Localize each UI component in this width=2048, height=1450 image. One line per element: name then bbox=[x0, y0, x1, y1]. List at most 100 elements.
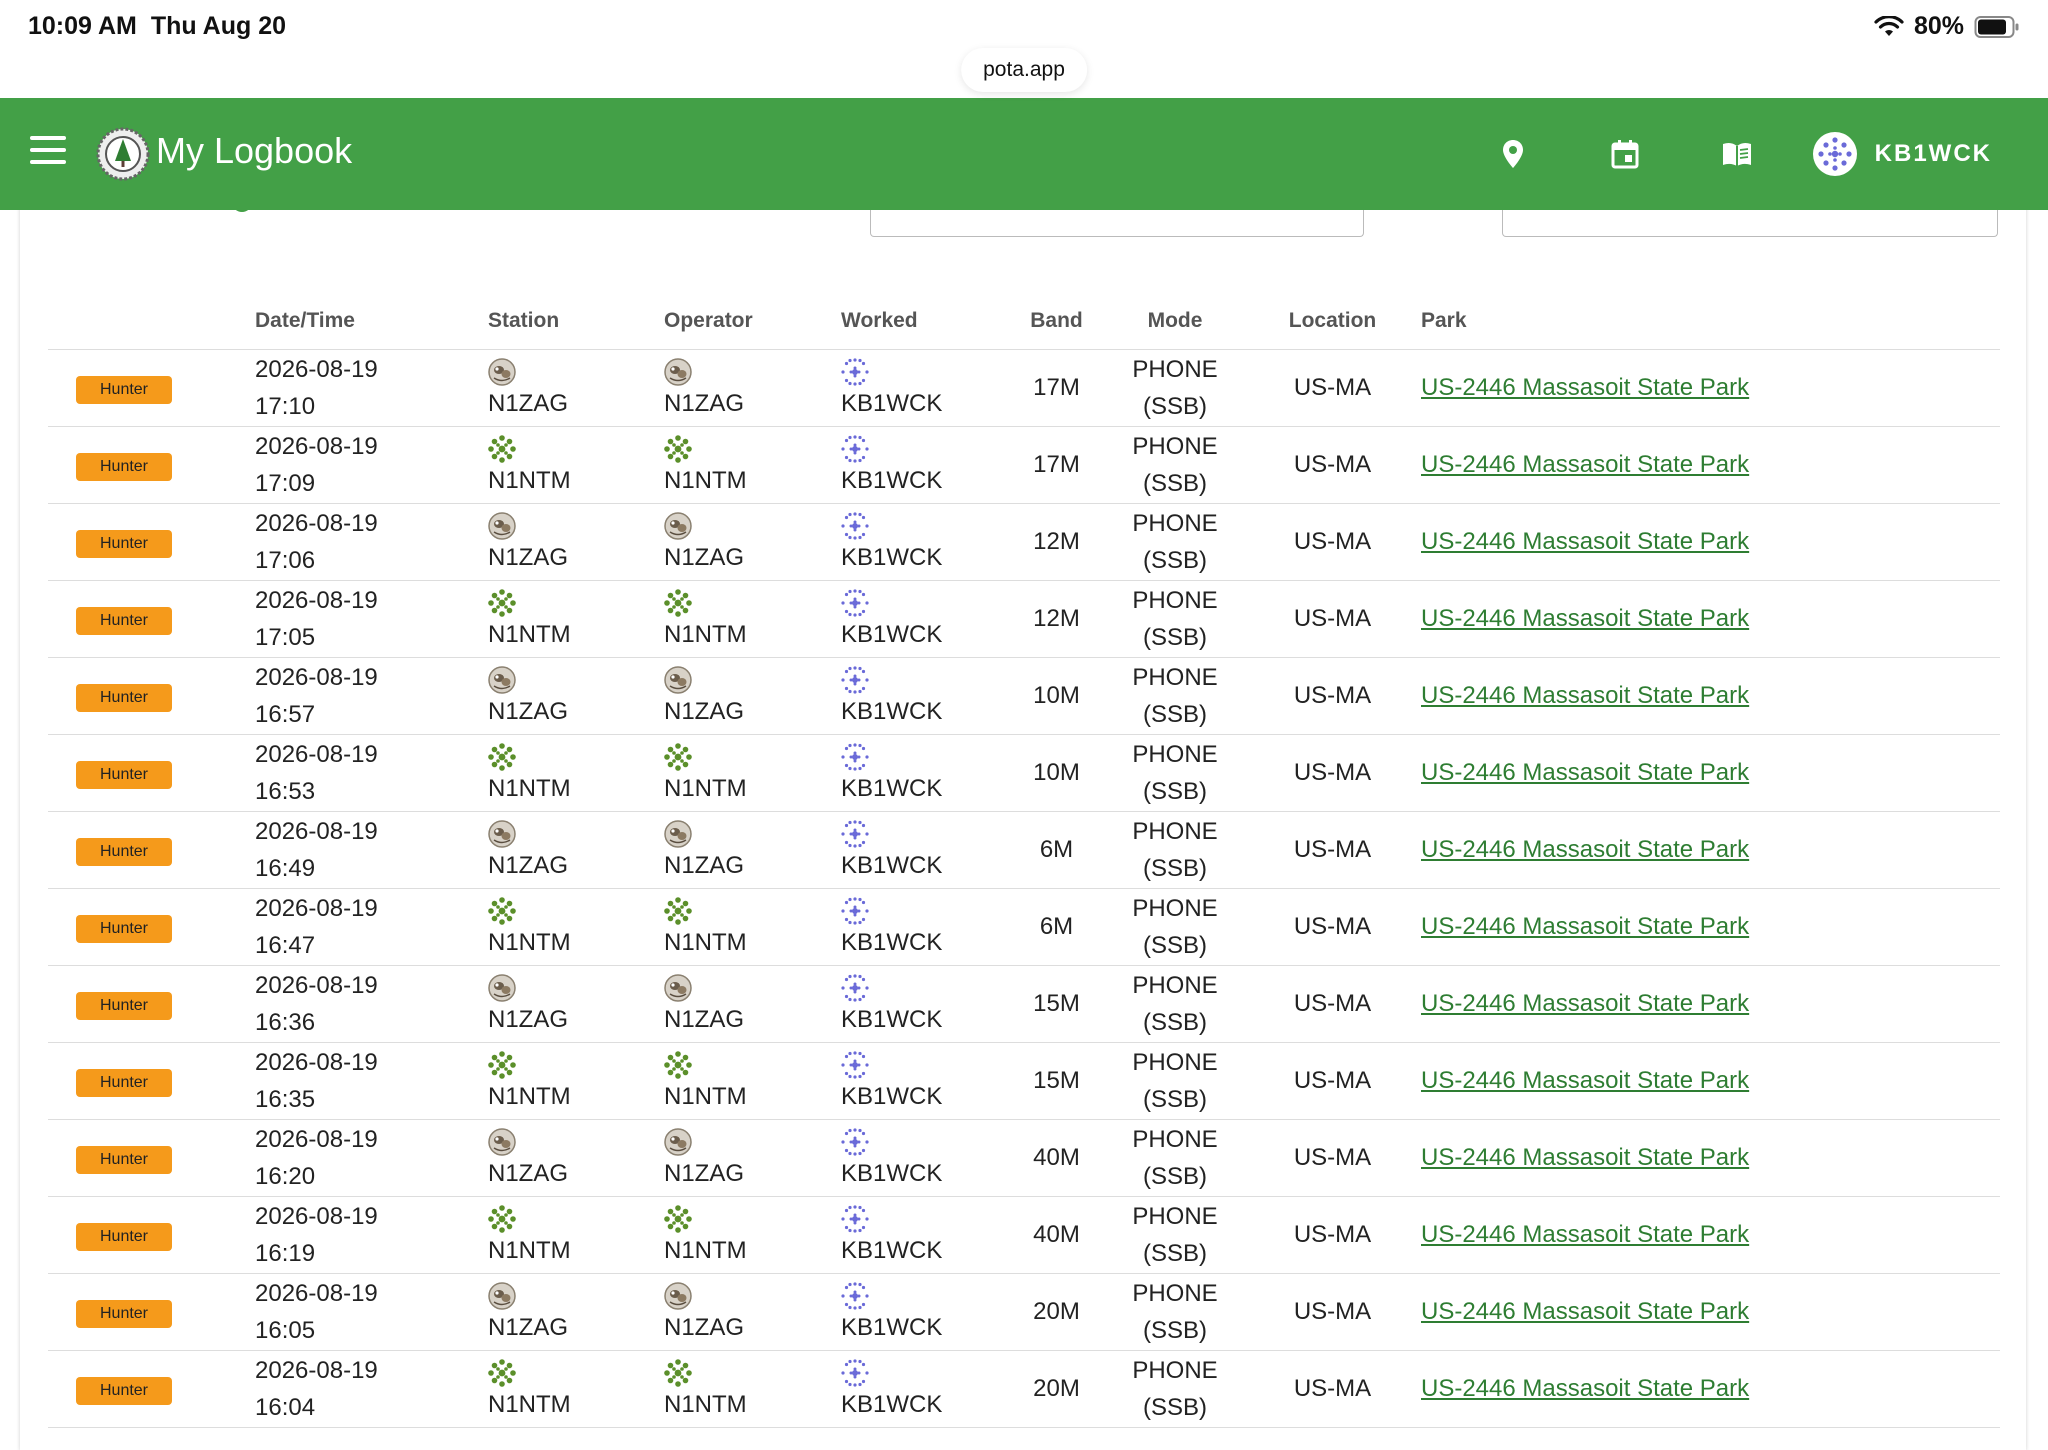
hunter-badge: Hunter bbox=[76, 991, 172, 1020]
status-time: 10:09 AM bbox=[28, 12, 137, 40]
menu-icon[interactable] bbox=[30, 136, 66, 172]
station-callsign: N1ZAG bbox=[488, 390, 569, 417]
mode-sub-text: (SSB) bbox=[1142, 547, 1207, 574]
band-cell: 10M bbox=[1007, 657, 1106, 735]
station-cell: N1ZAG bbox=[488, 1128, 664, 1188]
mode-sub-text: (SSB) bbox=[1142, 932, 1207, 959]
worked-avatar-icon bbox=[841, 974, 869, 1006]
table-row[interactable]: Hunter 2026-08-19 16:20 N1ZAG N1ZAG KB1WC… bbox=[48, 1119, 2000, 1197]
table-row[interactable]: Hunter 2026-08-19 16:04 N1NTM N1NTM KB1WC… bbox=[48, 1350, 2000, 1428]
operator-callsign: N1NTM bbox=[664, 775, 747, 802]
mode-cell: PHONE (SSB) bbox=[1106, 580, 1244, 658]
table-row[interactable]: Hunter 2026-08-19 16:47 N1NTM N1NTM KB1WC… bbox=[48, 888, 2000, 966]
hunter-badge: Hunter bbox=[76, 1222, 172, 1251]
table-row[interactable]: Hunter 2026-08-19 17:06 N1ZAG N1ZAG KB1WC… bbox=[48, 503, 2000, 581]
date-text: 2026-08-19 bbox=[255, 587, 378, 614]
worked-cell: KB1WCK bbox=[841, 897, 1007, 957]
park-link[interactable]: US-2446 Massasoit State Park bbox=[1421, 1144, 1749, 1171]
table-row[interactable]: Hunter 2026-08-19 16:19 N1NTM N1NTM KB1WC… bbox=[48, 1196, 2000, 1274]
header-operator[interactable]: Operator bbox=[664, 292, 841, 350]
location-pin-icon[interactable] bbox=[1457, 98, 1569, 210]
status-indicators: 80% bbox=[1874, 12, 2020, 41]
date-text: 2026-08-19 bbox=[255, 1203, 378, 1230]
park-link[interactable]: US-2446 Massasoit State Park bbox=[1421, 605, 1749, 632]
table-row[interactable]: Hunter 2026-08-19 16:57 N1ZAG N1ZAG KB1WC… bbox=[48, 657, 2000, 735]
location-cell: US-MA bbox=[1244, 580, 1421, 658]
table-row[interactable]: Hunter 2026-08-19 16:36 N1ZAG N1ZAG KB1WC… bbox=[48, 965, 2000, 1043]
logbook-table: Date/Time Station Operator Worked Band M… bbox=[48, 292, 2000, 1428]
header-mode[interactable]: Mode bbox=[1106, 292, 1244, 350]
band-cell: 12M bbox=[1007, 503, 1106, 581]
table-row[interactable]: Hunter 2026-08-19 17:10 N1ZAG N1ZAG KB1WC… bbox=[48, 349, 2000, 427]
worked-cell: KB1WCK bbox=[841, 512, 1007, 572]
park-link[interactable]: US-2446 Massasoit State Park bbox=[1421, 836, 1749, 863]
park-link[interactable]: US-2446 Massasoit State Park bbox=[1421, 990, 1749, 1017]
worked-cell: KB1WCK bbox=[841, 1051, 1007, 1111]
station-cell: N1ZAG bbox=[488, 512, 664, 572]
station-callsign: N1NTM bbox=[488, 775, 571, 802]
park-cell: US-2446 Massasoit State Park bbox=[1421, 1350, 2000, 1428]
location-cell: US-MA bbox=[1244, 1042, 1421, 1120]
station-cell: N1ZAG bbox=[488, 1282, 664, 1342]
filter-input-right[interactable] bbox=[1502, 210, 1998, 237]
hunter-badge: Hunter bbox=[76, 1376, 172, 1405]
park-link[interactable]: US-2446 Massasoit State Park bbox=[1421, 913, 1749, 940]
calendar-icon[interactable] bbox=[1569, 98, 1681, 210]
park-link[interactable]: US-2446 Massasoit State Park bbox=[1421, 682, 1749, 709]
location-cell: US-MA bbox=[1244, 1350, 1421, 1428]
table-row[interactable]: Hunter 2026-08-19 16:05 N1ZAG N1ZAG KB1WC… bbox=[48, 1273, 2000, 1351]
operator-callsign: N1ZAG bbox=[664, 544, 745, 571]
park-cell: US-2446 Massasoit State Park bbox=[1421, 811, 2000, 889]
worked-callsign: KB1WCK bbox=[841, 775, 943, 802]
mode-cell: PHONE (SSB) bbox=[1106, 657, 1244, 735]
worked-callsign: KB1WCK bbox=[841, 1391, 943, 1418]
time-text: 16:04 bbox=[255, 1394, 316, 1421]
table-row[interactable]: Hunter 2026-08-19 17:09 N1NTM N1NTM KB1WC… bbox=[48, 426, 2000, 504]
logbook-card: Date/Time Station Operator Worked Band M… bbox=[20, 150, 2026, 1450]
mode-text: PHONE bbox=[1132, 1203, 1218, 1230]
park-link[interactable]: US-2446 Massasoit State Park bbox=[1421, 1298, 1749, 1325]
book-icon[interactable] bbox=[1681, 98, 1793, 210]
station-avatar-icon bbox=[488, 358, 516, 390]
park-link[interactable]: US-2446 Massasoit State Park bbox=[1421, 1067, 1749, 1094]
operator-cell: N1ZAG bbox=[664, 1128, 841, 1188]
location-cell: US-MA bbox=[1244, 349, 1421, 427]
operator-callsign: N1NTM bbox=[664, 467, 747, 494]
datetime-cell: 2026-08-19 17:06 bbox=[255, 505, 488, 579]
header-datetime[interactable]: Date/Time bbox=[255, 292, 488, 350]
park-link[interactable]: US-2446 Massasoit State Park bbox=[1421, 1221, 1749, 1248]
header-station[interactable]: Station bbox=[488, 292, 664, 350]
station-cell: N1NTM bbox=[488, 1051, 664, 1111]
park-link[interactable]: US-2446 Massasoit State Park bbox=[1421, 451, 1749, 478]
park-link[interactable]: US-2446 Massasoit State Park bbox=[1421, 1375, 1749, 1402]
mode-text: PHONE bbox=[1132, 895, 1218, 922]
filter-input-left[interactable] bbox=[870, 210, 1364, 237]
operator-callsign: N1NTM bbox=[664, 621, 747, 648]
operator-avatar-icon bbox=[664, 666, 692, 698]
avatar bbox=[1812, 132, 1857, 176]
datetime-cell: 2026-08-19 16:19 bbox=[255, 1198, 488, 1272]
header-location[interactable]: Location bbox=[1244, 292, 1421, 350]
url-bar[interactable]: pota.app bbox=[961, 48, 1087, 92]
table-row[interactable]: Hunter 2026-08-19 16:53 N1NTM N1NTM KB1WC… bbox=[48, 734, 2000, 812]
table-row[interactable]: Hunter 2026-08-19 16:49 N1ZAG N1ZAG KB1WC… bbox=[48, 811, 2000, 889]
park-link[interactable]: US-2446 Massasoit State Park bbox=[1421, 374, 1749, 401]
hunter-badge: Hunter bbox=[76, 452, 172, 481]
header-worked[interactable]: Worked bbox=[841, 292, 1007, 350]
park-link[interactable]: US-2446 Massasoit State Park bbox=[1421, 528, 1749, 555]
mode-text: PHONE bbox=[1132, 972, 1218, 999]
user-menu[interactable]: KB1WCK bbox=[1812, 132, 1992, 176]
table-row[interactable]: Hunter 2026-08-19 17:05 N1NTM N1NTM KB1WC… bbox=[48, 580, 2000, 658]
band-cell: 12M bbox=[1007, 580, 1106, 658]
operator-avatar-icon bbox=[664, 897, 692, 929]
header-park[interactable]: Park bbox=[1421, 292, 2000, 350]
park-link[interactable]: US-2446 Massasoit State Park bbox=[1421, 759, 1749, 786]
table-row[interactable]: Hunter 2026-08-19 16:35 N1NTM N1NTM KB1WC… bbox=[48, 1042, 2000, 1120]
time-text: 17:10 bbox=[255, 393, 316, 420]
operator-avatar-icon bbox=[664, 974, 692, 1006]
date-text: 2026-08-19 bbox=[255, 664, 378, 691]
worked-callsign: KB1WCK bbox=[841, 544, 943, 571]
header-band[interactable]: Band bbox=[1007, 292, 1106, 350]
operator-avatar-icon bbox=[664, 1051, 692, 1083]
datetime-cell: 2026-08-19 16:04 bbox=[255, 1352, 488, 1426]
